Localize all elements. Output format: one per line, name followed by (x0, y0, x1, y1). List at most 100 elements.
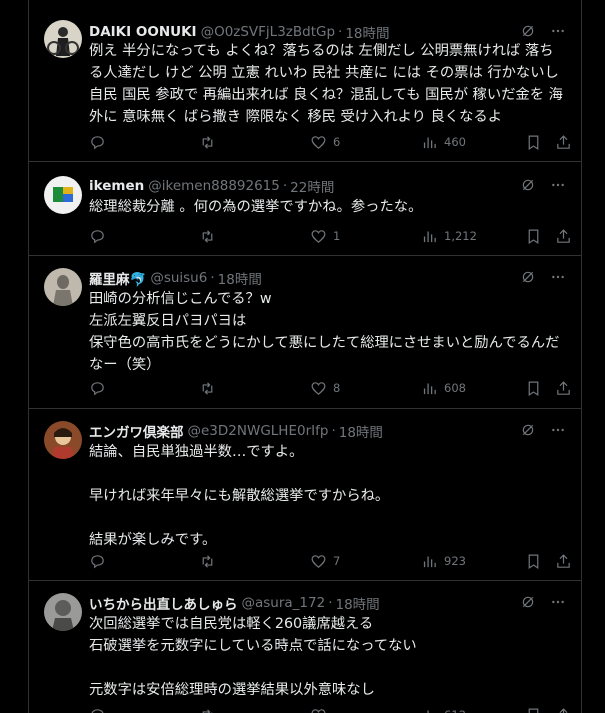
bookmark-button[interactable] (525, 707, 542, 713)
tweet-text-content: 田崎の分析信じこんでる？w 左派左翼反日パヨパヨは 保守色の高市氏をどうにかして… (89, 291, 560, 373)
like-button[interactable]: 7 (310, 553, 340, 570)
views-button[interactable]: 613 (421, 707, 466, 713)
tweet-actions: 1 1,212 (89, 226, 570, 246)
tweet-header: エンガワ倶楽部 @e3D2NWGLHE0rIfp · 18時間 (89, 421, 567, 441)
like-count: 1 (333, 229, 341, 243)
timestamp[interactable]: 18時間 (339, 421, 383, 441)
share-icon (559, 707, 568, 713)
grok-icon[interactable] (519, 268, 537, 286)
tweet[interactable]: いちから出直しあしゅら @asura_172 · 18時間 次回総選挙では自民党… (29, 581, 581, 713)
retweet-button[interactable] (199, 707, 222, 713)
reply-icon (91, 135, 104, 149)
retweet-icon (202, 381, 213, 395)
avatar[interactable] (44, 593, 82, 631)
more-icon[interactable] (549, 176, 567, 194)
user-handle[interactable]: @asura_172 (242, 595, 326, 611)
avatar[interactable] (44, 268, 82, 306)
reply-button[interactable] (89, 228, 112, 245)
separator-dot: · (338, 24, 343, 40)
share-button[interactable] (555, 134, 572, 151)
views-button[interactable]: 923 (421, 553, 466, 570)
retweet-button[interactable] (199, 553, 222, 570)
like-icon (311, 554, 326, 568)
user-handle[interactable]: @ikemen88892615 (148, 178, 280, 194)
tweet-header: 羅里麻🐬 @suisu6 · 18時間 (89, 268, 567, 288)
timestamp[interactable]: 22時間 (290, 176, 334, 196)
reply-button[interactable] (89, 134, 112, 151)
tweet-actions: 7 923 (89, 551, 570, 571)
share-icon (557, 553, 570, 568)
views-button[interactable]: 608 (421, 380, 466, 397)
grok-icon[interactable] (519, 421, 537, 439)
tweet-actions: 8 608 (89, 378, 570, 398)
share-button[interactable] (555, 553, 572, 570)
grok-icon[interactable] (519, 22, 537, 40)
views-button[interactable]: 460 (421, 134, 466, 151)
like-button[interactable] (310, 707, 333, 713)
like-button[interactable]: 1 (310, 228, 340, 245)
views-icon (423, 383, 436, 394)
separator-dot: · (210, 270, 215, 286)
like-button[interactable]: 6 (310, 134, 340, 151)
more-icon[interactable] (549, 268, 567, 286)
retweet-button[interactable] (199, 380, 222, 397)
bookmark-button[interactable] (525, 228, 542, 245)
retweet-icon (202, 554, 213, 568)
retweet-button[interactable] (199, 228, 222, 245)
bookmark-button[interactable] (525, 134, 542, 151)
avatar[interactable] (44, 421, 82, 459)
grok-icon[interactable] (519, 593, 537, 611)
more-icon[interactable] (549, 421, 567, 439)
more-icon[interactable] (549, 22, 567, 40)
avatar[interactable] (44, 176, 82, 214)
reply-icon (91, 229, 104, 243)
reply-button[interactable] (89, 380, 112, 397)
tweet-text-content: 総理総裁分離 。何の為の選挙ですかね。参ったな。 (89, 199, 423, 215)
separator-dot: · (328, 595, 333, 611)
avatar[interactable] (44, 20, 82, 58)
bookmark-button[interactable] (525, 553, 542, 570)
more-icon[interactable] (549, 593, 567, 611)
like-button[interactable]: 8 (310, 380, 340, 397)
reply-button[interactable] (89, 707, 112, 713)
like-icon (311, 135, 326, 149)
tweet-text-content: 次回総選挙では自民党は軽く260議席越える 石破選挙を元数字にしている時点で話に… (89, 616, 417, 698)
bookmark-icon (528, 381, 539, 396)
display-name[interactable]: いちから出直しあしゅら (89, 593, 238, 613)
retweet-button[interactable] (199, 134, 222, 151)
display-name[interactable]: DAIKI OONUKI (89, 24, 197, 40)
display-name[interactable]: 羅里麻🐬 (89, 268, 146, 288)
tweet[interactable]: DAIKI OONUKI @O0zSVFjL3zBdtGp · 18時間 例え … (29, 0, 581, 162)
like-count: 8 (333, 381, 341, 395)
reply-icon (91, 708, 104, 713)
share-button[interactable] (555, 707, 572, 713)
reply-button[interactable] (89, 553, 112, 570)
like-icon (311, 708, 326, 713)
views-icon (423, 556, 436, 567)
views-button[interactable]: 1,212 (421, 228, 477, 245)
tweet-text: 例え 半分になっても よくね？落ちるのは 左側だし 公明票無ければ 落ちる人達だ… (89, 40, 567, 128)
display-name[interactable]: エンガワ倶楽部 (89, 421, 184, 441)
separator-dot: · (331, 423, 336, 439)
view-count: 923 (444, 554, 466, 568)
timestamp[interactable]: 18時間 (345, 22, 389, 42)
retweet-icon (202, 708, 213, 713)
share-button[interactable] (555, 380, 572, 397)
display-name[interactable]: ikemen (89, 178, 144, 194)
tweet-header: いちから出直しあしゅら @asura_172 · 18時間 (89, 593, 567, 613)
grok-icon[interactable] (519, 176, 537, 194)
share-icon (557, 228, 570, 243)
user-handle[interactable]: @O0zSVFjL3zBdtGp (201, 24, 335, 40)
user-handle[interactable]: @e3D2NWGLHE0rIfp (188, 423, 329, 439)
timestamp[interactable]: 18時間 (336, 593, 380, 613)
timeline: DAIKI OONUKI @O0zSVFjL3zBdtGp · 18時間 例え … (28, 0, 582, 713)
tweet[interactable]: 羅里麻🐬 @suisu6 · 18時間 田崎の分析信じこんでる？w 左派左翼反日… (29, 256, 581, 409)
tweet[interactable]: エンガワ倶楽部 @e3D2NWGLHE0rIfp · 18時間 結論、自民単独過… (29, 409, 581, 581)
timestamp[interactable]: 18時間 (218, 268, 262, 288)
share-button[interactable] (555, 228, 572, 245)
tweet[interactable]: ikemen @ikemen88892615 · 22時間 総理総裁分離 。何の… (29, 162, 581, 256)
bookmark-button[interactable] (525, 380, 542, 397)
bookmark-icon (528, 554, 539, 569)
tweet-text-content: 例え 半分になっても よくね？落ちるのは 左側だし 公明票無ければ 落ちる人達だ… (89, 43, 564, 125)
user-handle[interactable]: @suisu6 (150, 270, 207, 286)
